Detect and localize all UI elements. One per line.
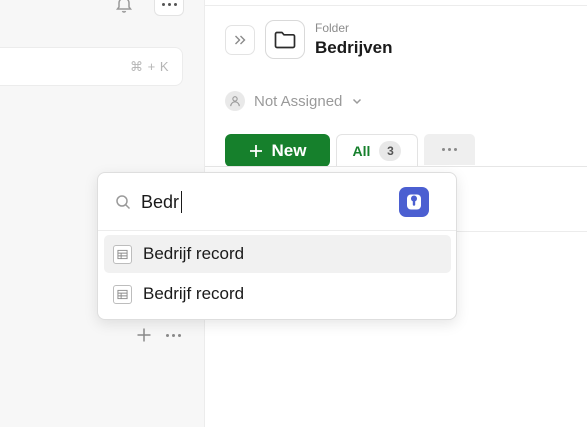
count-badge: 3 xyxy=(379,141,402,161)
assignee-selector[interactable]: Not Assigned xyxy=(225,91,363,111)
more-icon xyxy=(442,148,457,151)
user-icon xyxy=(225,91,245,111)
divider xyxy=(205,5,587,6)
folder-icon xyxy=(265,20,305,59)
tab-more-button[interactable] xyxy=(424,134,475,165)
search-result-item[interactable]: Bedrijf record xyxy=(104,275,451,313)
tab-all-label: All xyxy=(352,143,371,159)
expand-sidebar-button[interactable] xyxy=(225,25,255,55)
expand-icon xyxy=(235,35,246,45)
command-search-bar[interactable]: ⌘ + K xyxy=(0,47,183,86)
new-button-label: New xyxy=(271,140,307,160)
assignee-label: Not Assigned xyxy=(254,92,343,110)
sidebar-more-button[interactable] xyxy=(154,0,184,16)
search-input[interactable] xyxy=(141,189,391,215)
result-label: Bedrijf record xyxy=(143,284,245,303)
divider xyxy=(205,166,587,167)
new-button[interactable]: New xyxy=(225,134,330,167)
bell-icon[interactable] xyxy=(114,0,134,14)
more-icon xyxy=(161,2,177,6)
tab-all[interactable]: All 3 xyxy=(336,134,418,167)
password-manager-icon[interactable] xyxy=(399,187,429,217)
table-icon xyxy=(113,244,132,264)
plus-icon xyxy=(249,144,262,157)
folder-kind-label: Folder xyxy=(315,21,350,35)
chevron-down-icon xyxy=(353,98,362,105)
shortcut-hint: ⌘ + K xyxy=(130,59,169,74)
divider xyxy=(98,230,456,231)
page-title: Bedrijven xyxy=(315,38,393,57)
table-icon xyxy=(113,284,132,304)
search-result-item[interactable]: Bedrijf record xyxy=(104,235,451,273)
search-popup: Bedrijf record Bedrijf record xyxy=(97,172,457,320)
plus-icon[interactable] xyxy=(136,327,152,343)
result-label: Bedrijf record xyxy=(143,244,245,263)
more-icon[interactable] xyxy=(166,334,181,337)
text-caret xyxy=(181,191,182,213)
search-icon xyxy=(115,194,131,210)
